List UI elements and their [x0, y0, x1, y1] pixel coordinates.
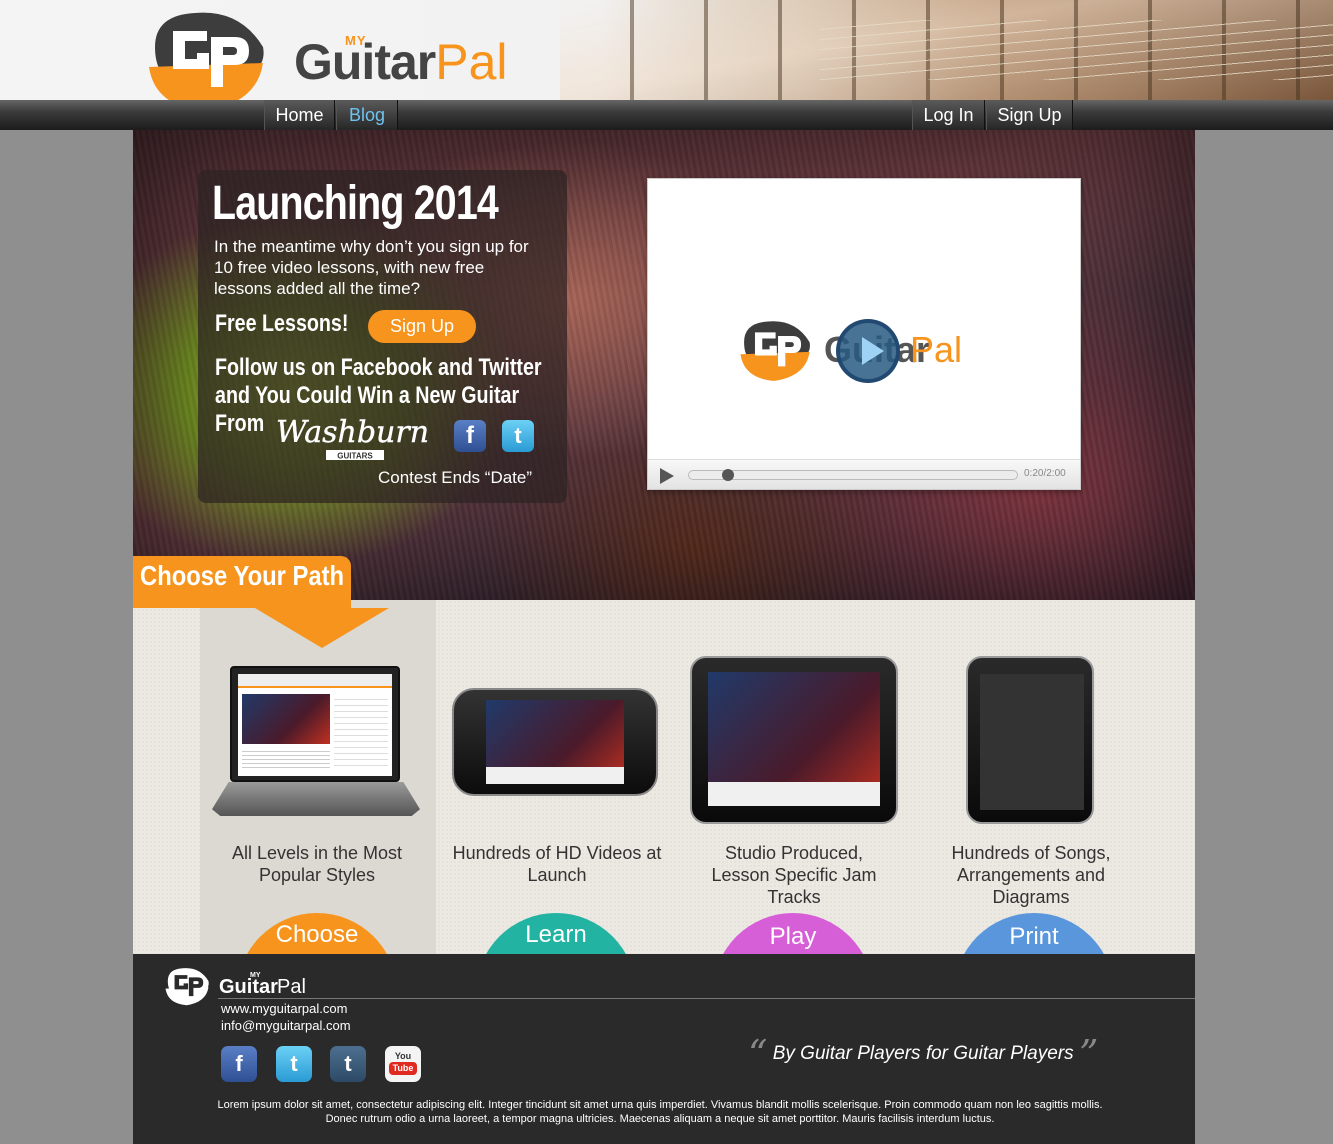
video-player[interactable]: Guitar Pal 0:20/2:00: [647, 178, 1081, 490]
video-seek-bar[interactable]: [688, 469, 1018, 481]
video-logo-icon: [740, 321, 810, 381]
facebook-icon[interactable]: f: [221, 1046, 257, 1082]
nav-home[interactable]: Home: [264, 100, 335, 130]
svg-text:Washburn: Washburn: [276, 415, 429, 450]
choose-button-label: Choose: [275, 921, 359, 948]
footer-logo-icon[interactable]: [164, 966, 210, 1006]
print-button-label: Print: [1009, 923, 1059, 950]
logo-wordmark[interactable]: Guitar Pal: [294, 30, 508, 90]
laptop-base: [212, 782, 420, 816]
play-icon[interactable]: [660, 468, 674, 484]
footer-website-link[interactable]: www.myguitarpal.com: [221, 1001, 347, 1016]
washburn-logo: Washburn GUITARS: [276, 415, 429, 461]
play-button[interactable]: Play: [713, 913, 873, 954]
path-caption-print: Hundreds of Songs, Arrangements and Diag…: [951, 843, 1111, 907]
footer-logo-pal: Pal: [277, 976, 306, 998]
tumblr-icon[interactable]: t: [330, 1046, 366, 1082]
tagline-text: By Guitar Players for Guitar Players: [772, 1043, 1074, 1064]
path-caption-play: Studio Produced, Lesson Specific Jam Tra…: [711, 843, 877, 907]
play-button-label: Play: [769, 923, 817, 950]
facebook-icon[interactable]: f: [454, 420, 486, 452]
footer-logo-guitar: Guitar: [219, 976, 278, 998]
promo-body: In the meantime why don’t you sign up fo…: [214, 237, 529, 298]
contest-end-text: Contest Ends “Date”: [378, 468, 533, 487]
video-logo-pal: Pal: [910, 329, 963, 370]
video-controls: 0:20/2:00: [648, 459, 1080, 489]
logo-icon[interactable]: [145, 7, 267, 113]
nav-bar: [0, 100, 1333, 130]
path-caption-choose: All Levels in the Most Popular Styles: [231, 843, 403, 885]
choose-button[interactable]: Choose: [237, 913, 397, 954]
footer-email-link[interactable]: info@myguitarpal.com: [221, 1018, 351, 1033]
seek-handle[interactable]: [721, 469, 734, 481]
nav-login[interactable]: Log In: [912, 100, 985, 130]
follow-contest-text: Follow us on Facebook and Twitter and Yo…: [215, 354, 542, 409]
nav-signup[interactable]: Sign Up: [986, 100, 1073, 130]
free-lessons-label: Free Lessons!: [215, 310, 349, 337]
youtube-icon[interactable]: You Tube: [385, 1046, 421, 1082]
tablet-portrait-image: [966, 656, 1094, 824]
twitter-icon[interactable]: t: [276, 1046, 312, 1082]
choose-arrow-stem: [133, 600, 351, 608]
path-caption-learn: Hundreds of HD Videos at Launch: [452, 843, 662, 885]
twitter-icon[interactable]: t: [502, 420, 534, 452]
footer-divider: [218, 998, 1195, 999]
print-button[interactable]: Print: [954, 913, 1114, 954]
phone-image: [452, 688, 658, 796]
learn-button-label: Learn: [525, 921, 587, 948]
video-time: 0:20/2:00: [1024, 468, 1066, 479]
logo-pal-text: Pal: [435, 34, 508, 90]
choose-path-heading: Choose Your Path: [140, 560, 345, 591]
video-play-overlay-icon[interactable]: [836, 319, 900, 383]
learn-button[interactable]: Learn: [476, 913, 636, 954]
header-guitar-strings: [820, 20, 1333, 80]
close-quote-icon: ”: [1078, 1032, 1099, 1076]
nav-blog[interactable]: Blog: [336, 100, 398, 130]
tablet-landscape-image: [690, 656, 898, 824]
open-quote-icon: “: [748, 1032, 768, 1076]
free-lessons-signup-button[interactable]: Sign Up: [368, 310, 476, 343]
laptop-image: [230, 666, 400, 782]
footer-lorem-text: Lorem ipsum dolor sit amet, consectetur …: [217, 1099, 1103, 1125]
down-arrow-icon: [255, 608, 389, 648]
promo-title: Launching 2014: [212, 177, 499, 230]
footer-tagline: “ By Guitar Players for Guitar Players ”: [748, 1032, 1098, 1076]
svg-text:GUITARS: GUITARS: [337, 452, 373, 461]
logo-guitar-text: Guitar: [294, 34, 436, 90]
from-label: From: [215, 410, 265, 437]
